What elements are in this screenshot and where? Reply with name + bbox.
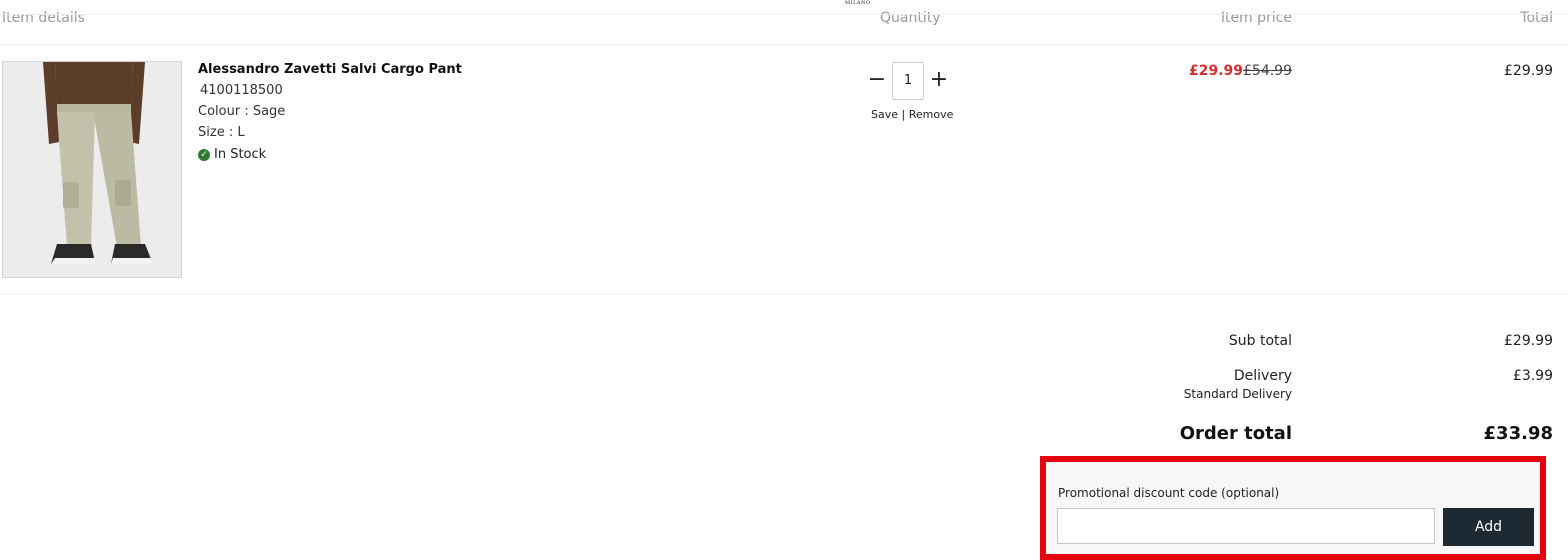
line-total: £29.99 [1504,63,1553,79]
product-name[interactable]: Alessandro Zavetti Salvi Cargo Pant [198,62,462,77]
stock-label: In Stock [214,147,267,162]
remove-link[interactable]: Remove [909,108,954,121]
item-actions: Save | Remove [871,108,953,121]
quantity-decrease-button[interactable]: − [866,68,888,94]
column-header-total: Total [1520,10,1553,26]
product-code: 4100118500 [200,83,283,98]
column-header-item-details: Item details [2,10,85,26]
add-promo-button[interactable]: Add [1443,508,1534,546]
check-circle-icon: ✓ [198,148,210,161]
cargo-pant-illustration [3,62,181,277]
order-total-value: £33.98 [1483,423,1553,444]
action-separator: | [901,108,906,121]
delivery-method: Standard Delivery [1183,387,1292,401]
order-total-label: Order total [1179,423,1292,444]
column-header-quantity: Quantity [880,10,941,26]
product-size: Size : L [198,125,245,140]
item-divider [0,294,1568,295]
quantity-increase-button[interactable]: + [928,68,950,94]
header-divider [0,14,1568,15]
promo-code-label: Promotional discount code (optional) [1058,486,1280,500]
product-image[interactable] [2,61,182,278]
sale-price: £29.99 [1188,63,1243,79]
original-price: £54.99 [1243,63,1292,79]
subtotal-value: £29.99 [1504,333,1553,349]
header-divider-bottom [0,44,1568,45]
promo-code-input[interactable] [1057,508,1435,544]
product-colour: Colour : Sage [198,104,286,119]
column-header-item-price: Item price [1220,10,1292,26]
minus-icon: − [867,67,887,92]
plus-icon: + [929,67,949,92]
quantity-input[interactable]: 1 [892,62,924,100]
delivery-value: £3.99 [1512,368,1553,384]
brand-logo: MILANO [845,0,871,6]
subtotal-label: Sub total [1228,333,1292,349]
delivery-label: Delivery [1233,368,1292,384]
save-link[interactable]: Save [871,108,898,121]
stock-status: ✓ In Stock [198,147,266,162]
